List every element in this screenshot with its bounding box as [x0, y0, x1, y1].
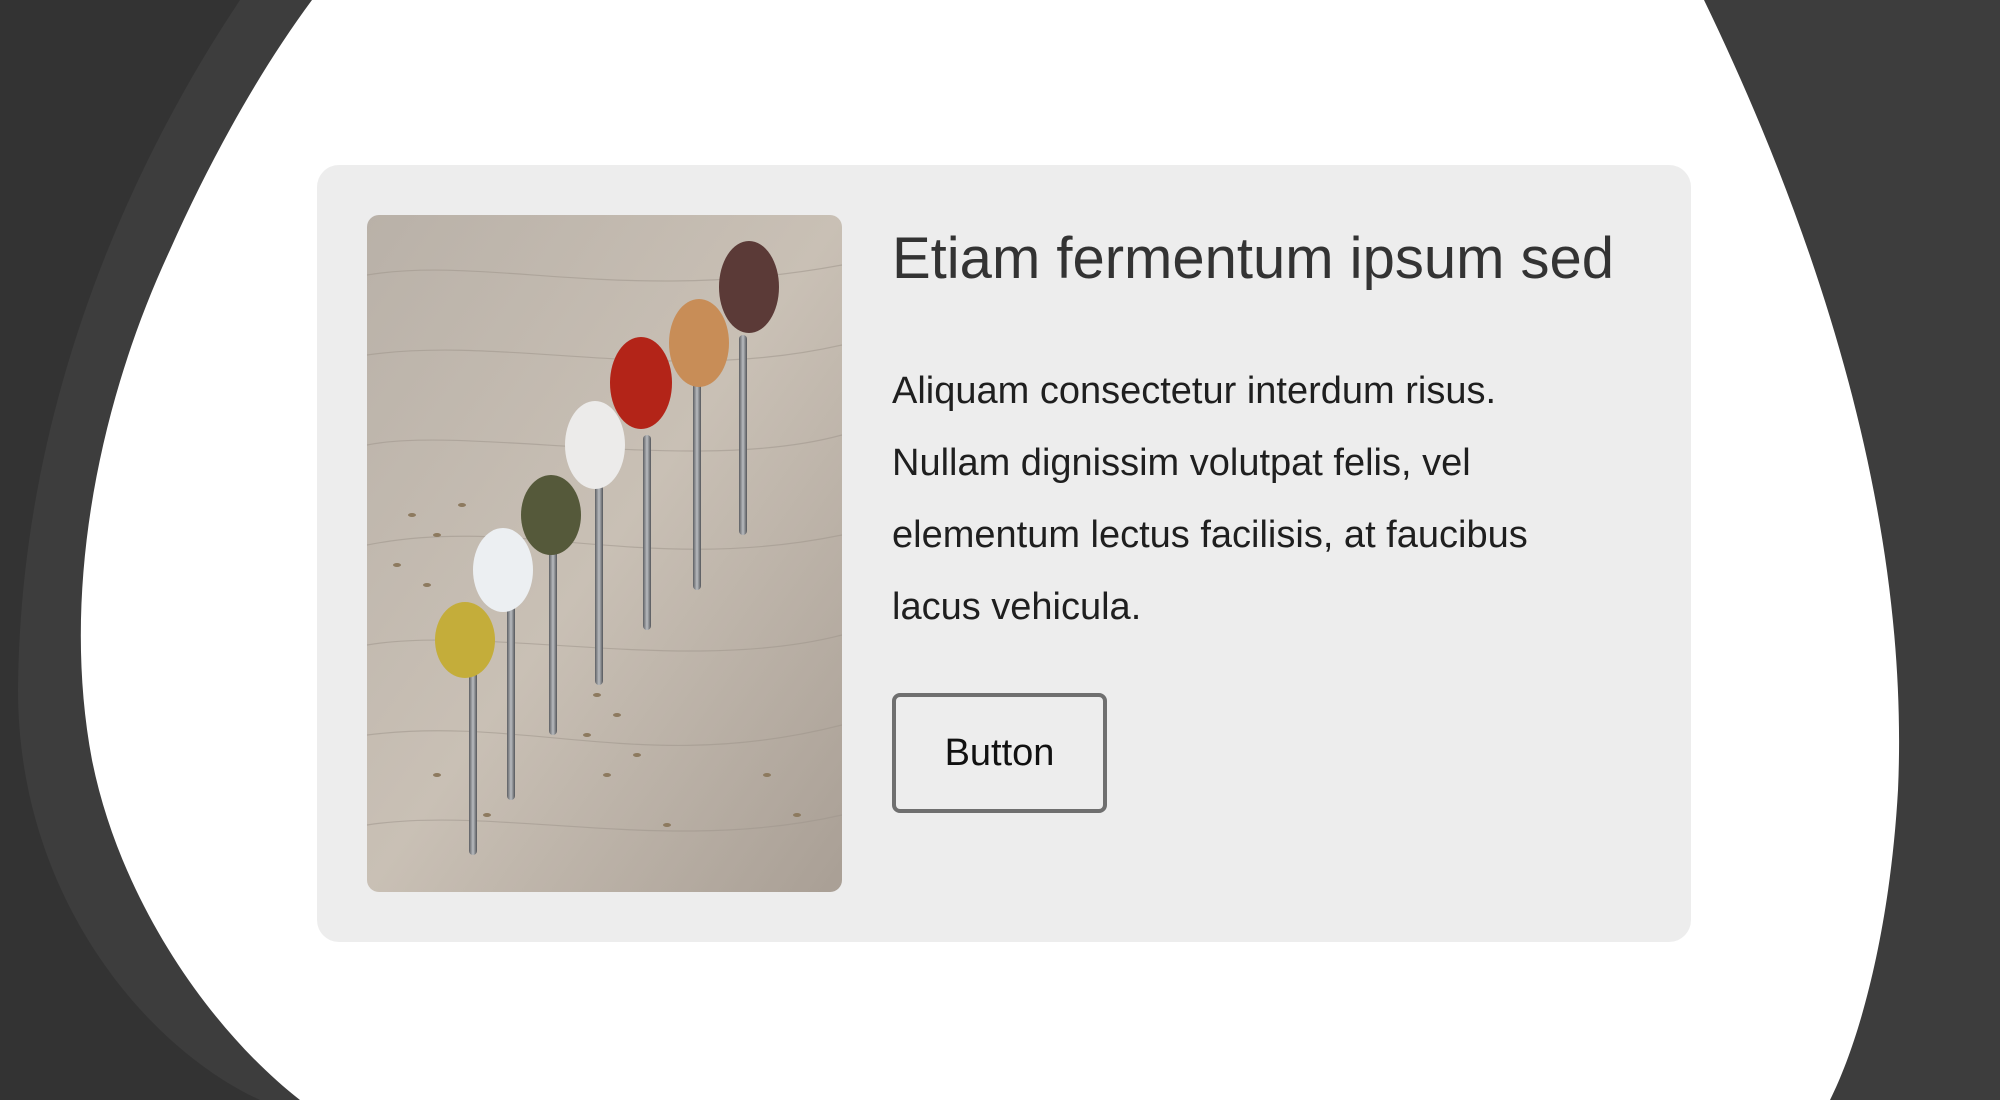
content-card: Etiam fermentum ipsum sed Aliquam consec…: [317, 165, 1691, 942]
spice-spoons-photo: [367, 215, 842, 892]
card-button[interactable]: Button: [892, 693, 1107, 813]
card-description: Aliquam consectetur interdum risus. Null…: [892, 370, 1528, 628]
card-title: Etiam fermentum ipsum sed: [892, 226, 1615, 291]
